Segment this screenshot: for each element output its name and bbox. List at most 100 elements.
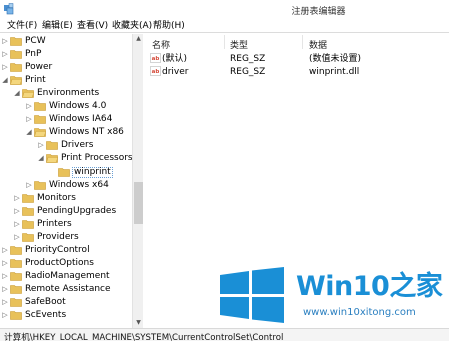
value-type: REG_SZ — [230, 54, 266, 64]
column-divider[interactable] — [224, 35, 225, 49]
tree-item[interactable]: ▷ SafeBoot — [0, 296, 142, 309]
svg-text:ab: ab — [152, 56, 160, 62]
tree-item-label: RadioManagement — [25, 270, 110, 281]
tree-item-label: ScEvents — [25, 310, 67, 321]
tree-item-label: PendingUpgrades — [37, 205, 117, 216]
folder-icon — [10, 50, 22, 59]
collapse-arrow-icon[interactable]: ◢ — [2, 77, 8, 84]
expand-arrow-icon[interactable]: ▷ — [26, 116, 32, 123]
tree-item[interactable]: ▷ Windows 4.0 — [0, 100, 142, 113]
tree-item-label: Windows IA64 — [49, 114, 113, 125]
status-bar: 计算机\HKEY_LOCAL_MACHINE\SYSTEM\CurrentCon… — [0, 328, 449, 341]
expand-arrow-icon[interactable]: ▷ — [14, 207, 20, 215]
menu-view[interactable]: 查看(V) — [77, 21, 108, 31]
list-item[interactable]: ab driver REG_SZ winprint.dll — [144, 65, 449, 78]
expand-arrow-icon[interactable]: ▷ — [14, 233, 20, 241]
tree-item[interactable]: ◢ Print Processors — [0, 152, 142, 165]
menu-help[interactable]: 帮助(H) — [153, 21, 185, 31]
expand-arrow-icon[interactable]: ▷ — [2, 285, 8, 293]
tree-item[interactable]: ▷ PriorityControl — [0, 244, 142, 257]
value-data: winprint.dll — [309, 67, 360, 77]
window-title: 注册表编辑器 — [291, 7, 346, 17]
expand-arrow-icon[interactable]: ▷ — [2, 299, 8, 306]
column-header-type[interactable]: 类型 — [230, 38, 248, 51]
tree-item[interactable]: ▷ Printers — [0, 218, 142, 231]
menu-bar: 文件(F) 编辑(E) 查看(V) 收藏夹(A) 帮助(H) — [0, 19, 449, 33]
tree-item[interactable]: ▷ Monitors — [0, 192, 142, 205]
folder-open-icon — [46, 154, 58, 164]
menu-edit[interactable]: 编辑(E) — [42, 21, 73, 31]
scrollbar-thumb[interactable] — [134, 182, 143, 224]
expand-arrow-icon[interactable]: ▷ — [14, 220, 20, 228]
folder-icon — [22, 206, 34, 216]
watermark-url: www.win10xitong.com — [303, 307, 416, 318]
folder-icon — [58, 167, 70, 177]
tree-item[interactable]: ▷ RadioManagement — [0, 270, 142, 283]
tree-item[interactable]: ▷ ProductOptions — [0, 257, 142, 270]
tree-item[interactable]: ▷ Providers — [0, 231, 142, 244]
expand-arrow-icon[interactable]: ▷ — [38, 142, 44, 149]
collapse-arrow-icon[interactable]: ◢ — [14, 90, 20, 97]
tree-item[interactable]: winprint — [0, 166, 142, 179]
tree-item[interactable]: ▷ Remote Assistance — [0, 283, 142, 296]
tree-item-label: SafeBoot — [25, 297, 66, 307]
svg-text:ab: ab — [152, 69, 160, 75]
column-divider[interactable] — [302, 35, 303, 49]
folder-icon — [22, 219, 34, 229]
collapse-arrow-icon[interactable]: ◢ — [26, 129, 32, 136]
list-item[interactable]: ab (默认) REG_SZ (数值未设置) — [144, 52, 449, 65]
tree-vertical-scrollbar[interactable]: ▲ ▼ — [132, 34, 143, 328]
tree-item-label: Environments — [37, 88, 100, 99]
tree-item[interactable]: ▷ PCW — [0, 35, 142, 48]
tree-item[interactable]: ▷ PendingUpgrades — [0, 205, 142, 218]
tree-item-label: Power — [25, 62, 53, 73]
menu-favorites[interactable]: 收藏夹(A) — [112, 21, 152, 31]
tree-item[interactable]: ▷ Power — [0, 61, 142, 74]
title-bar: 注册表编辑器 — [0, 0, 449, 19]
column-header-name[interactable]: 名称 — [152, 38, 170, 51]
expand-arrow-icon[interactable]: ▷ — [26, 181, 32, 189]
expand-arrow-icon[interactable]: ▷ — [2, 38, 8, 45]
expand-arrow-icon[interactable]: ▷ — [14, 194, 20, 202]
menu-file[interactable]: 文件(F) — [7, 21, 37, 31]
folder-icon — [10, 63, 22, 72]
no-expander — [50, 169, 56, 176]
expand-arrow-icon[interactable]: ▷ — [2, 312, 8, 319]
expand-arrow-icon[interactable]: ▷ — [2, 259, 8, 267]
folder-icon — [10, 245, 22, 255]
scroll-down-arrow-icon[interactable]: ▼ — [133, 318, 144, 328]
expand-arrow-icon[interactable]: ▷ — [2, 272, 8, 280]
folder-icon — [10, 298, 22, 307]
folder-icon — [22, 193, 34, 203]
tree-item[interactable]: ▷ ScEvents — [0, 309, 142, 322]
expand-arrow-icon[interactable]: ▷ — [26, 103, 32, 110]
folder-open-icon — [34, 128, 46, 138]
tree-item[interactable]: ◢ Environments — [0, 87, 142, 100]
tree-item[interactable]: ▷ Windows x64 — [0, 179, 142, 192]
tree-item-label: Drivers — [61, 140, 94, 151]
value-type: REG_SZ — [230, 67, 266, 77]
tree-item[interactable]: ▷ Drivers — [0, 139, 142, 152]
collapse-arrow-icon[interactable]: ◢ — [38, 155, 44, 162]
expand-arrow-icon[interactable]: ▷ — [2, 51, 8, 58]
expand-arrow-icon[interactable]: ▷ — [2, 64, 8, 71]
watermark-brand: Win10之家 — [296, 272, 443, 302]
tree-item[interactable]: ◢ Windows NT x86 — [0, 126, 142, 139]
folder-icon — [10, 285, 22, 294]
expand-arrow-icon[interactable]: ▷ — [2, 246, 8, 254]
value-name: (默认) — [162, 54, 188, 64]
folder-icon — [10, 311, 22, 320]
column-header-data[interactable]: 数据 — [309, 38, 327, 51]
folder-icon — [10, 37, 22, 46]
tree-item-label: Windows 4.0 — [49, 101, 107, 112]
registry-key-tree[interactable]: ▷ PCW ▷ PnP ▷ Power ◢ Print ◢ Environments ▷ Window… — [0, 34, 143, 328]
tree-item[interactable]: ◢ Print — [0, 74, 142, 87]
folder-icon — [10, 272, 22, 281]
tree-item[interactable]: ▷ PnP — [0, 48, 142, 61]
scroll-up-arrow-icon[interactable]: ▲ — [133, 34, 144, 44]
tree-item-label: Remote Assistance — [25, 283, 111, 294]
tree-item-label: PCW — [25, 36, 46, 46]
tree-item[interactable]: ▷ Windows IA64 — [0, 113, 142, 126]
folder-open-icon — [22, 89, 34, 98]
string-value-icon: ab — [150, 53, 161, 63]
